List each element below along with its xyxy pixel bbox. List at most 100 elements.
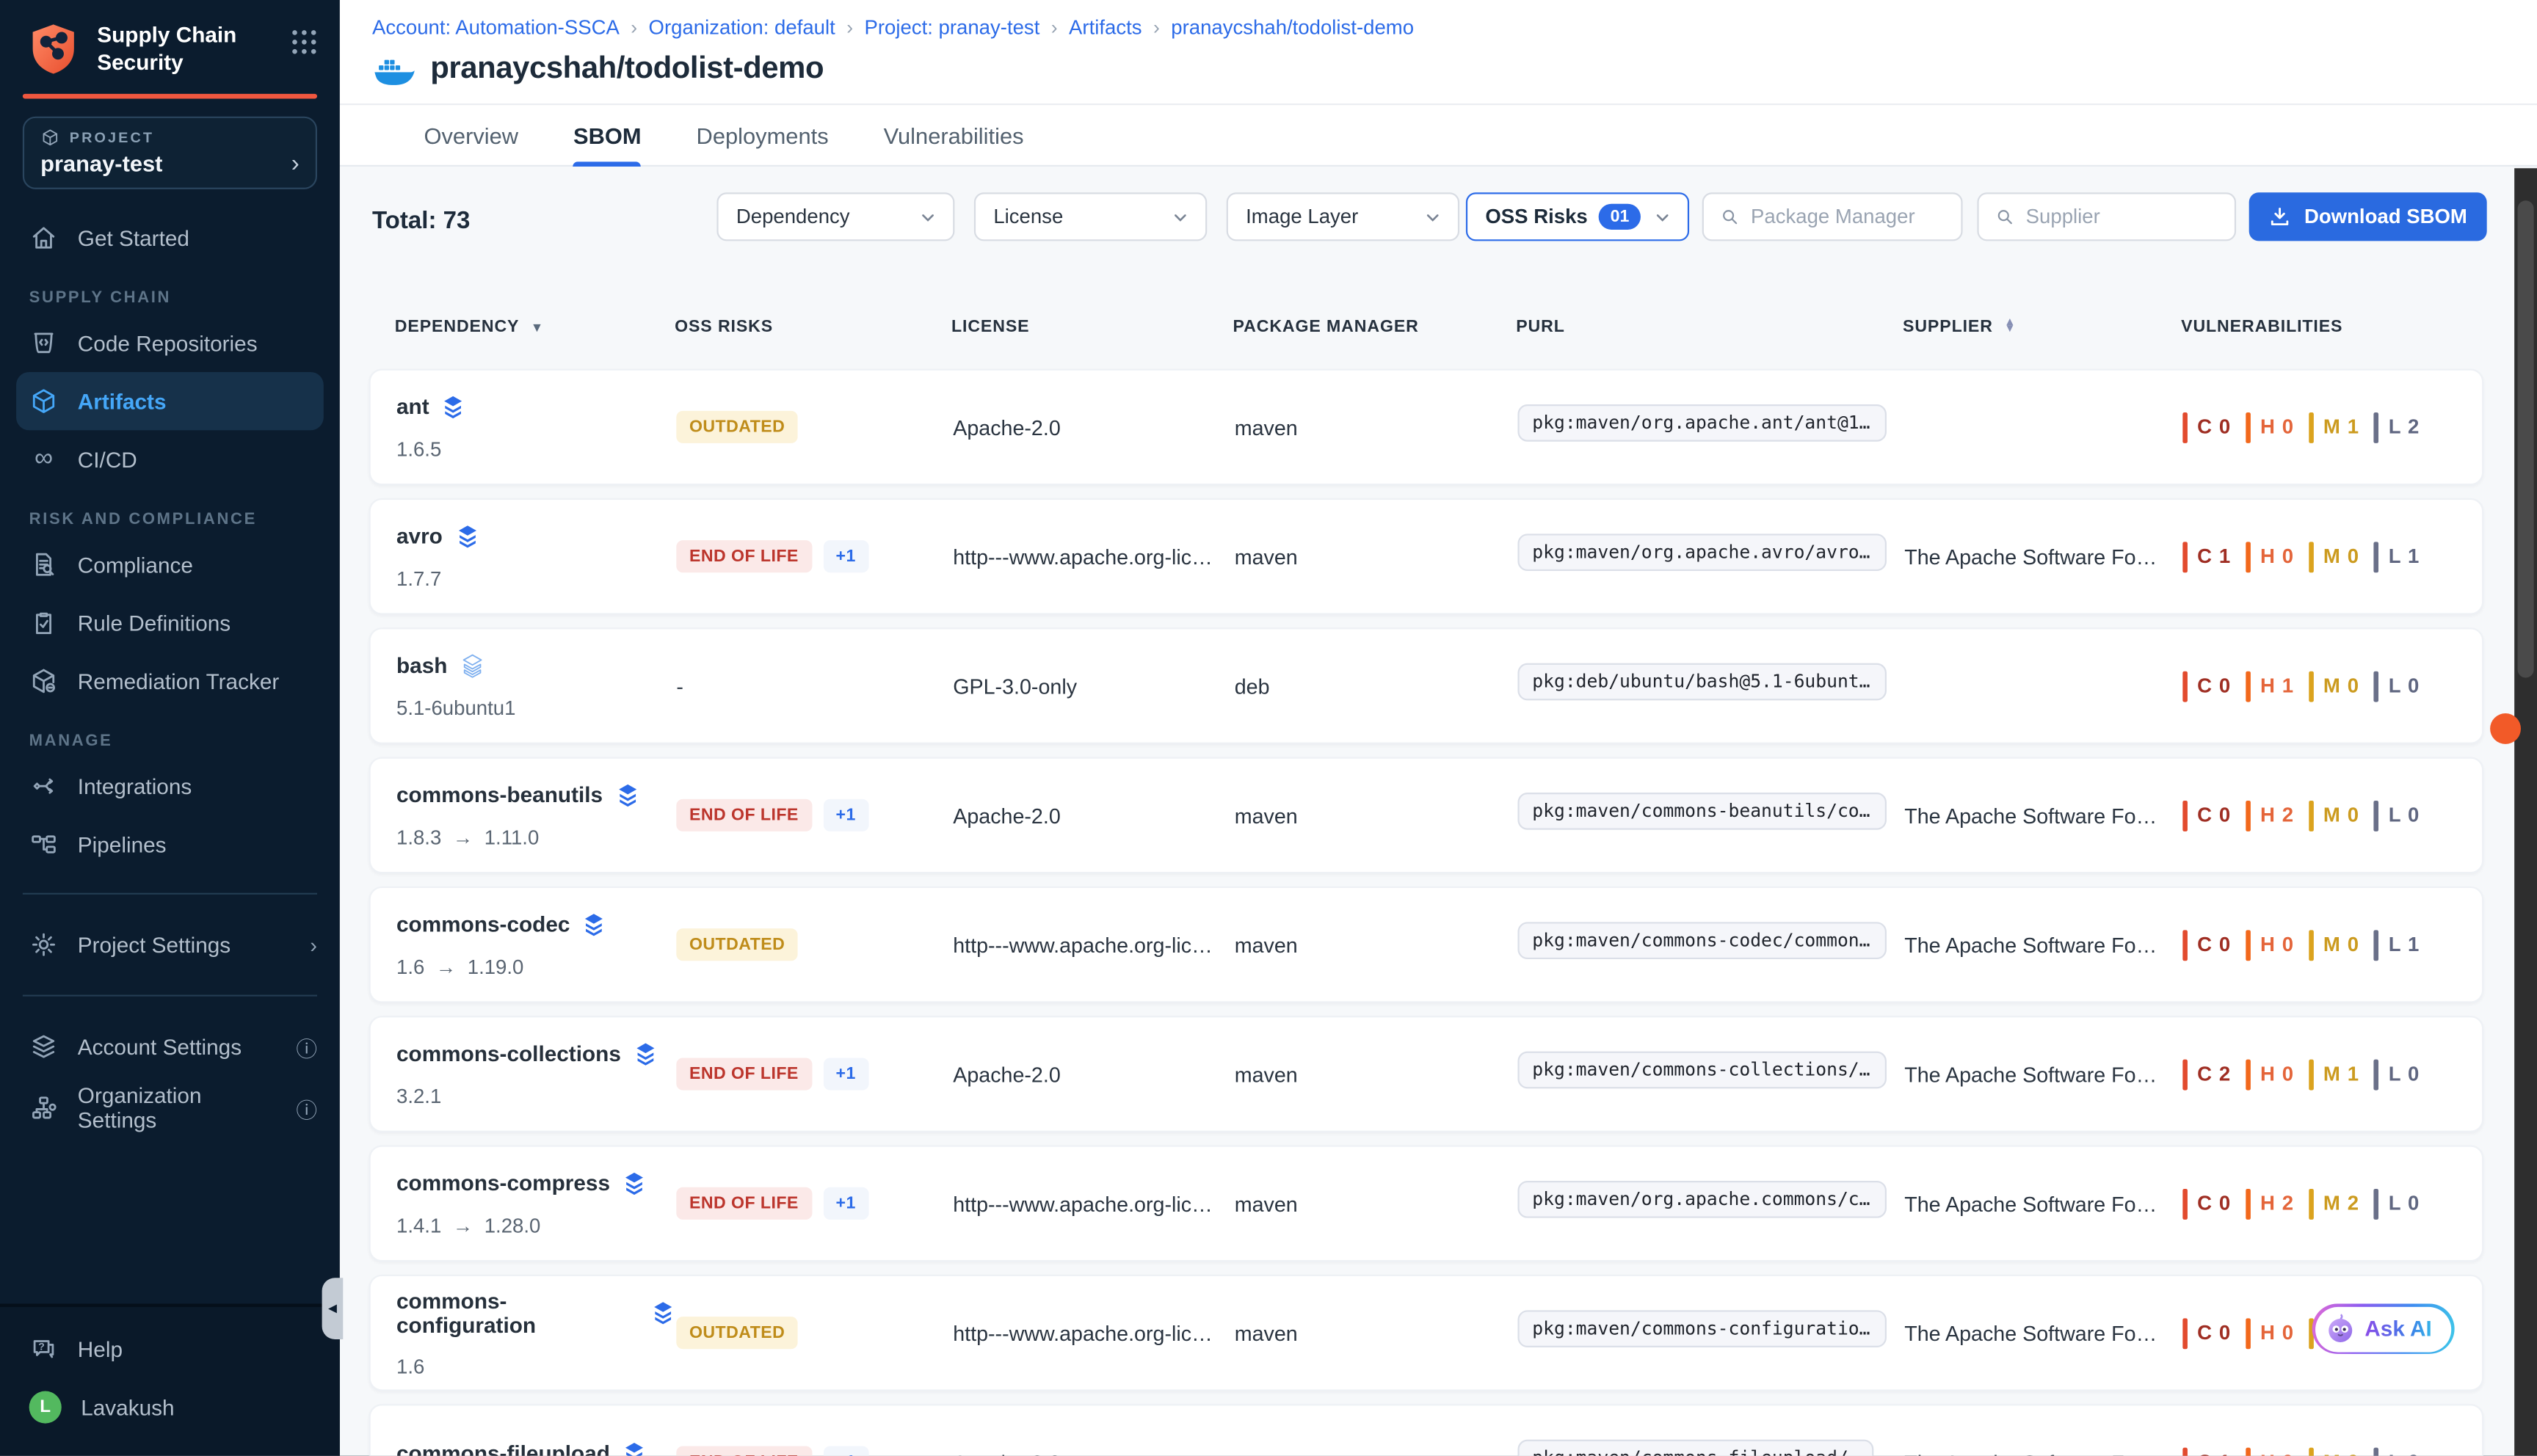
- more-risks-badge[interactable]: +1: [823, 540, 869, 572]
- severity-h-count: H 1: [2246, 671, 2294, 702]
- severity-label: H 0: [2260, 415, 2294, 438]
- more-risks-badge[interactable]: +1: [823, 1446, 869, 1455]
- severity-l-count: L 0: [2374, 1059, 2420, 1090]
- sidebar-item-code-repositories[interactable]: Code Repositories: [0, 314, 340, 372]
- module-grid-icon[interactable]: [288, 26, 320, 58]
- dependency-version: 1.6.5: [396, 437, 676, 460]
- oss-risks-cell: OUTDATED: [676, 411, 953, 443]
- vulnerabilities-cell: C 2H 0M 1L 0: [2182, 1059, 2485, 1090]
- purl-chip[interactable]: pkg:maven/org.apache.ant/ant@1.6…: [1517, 404, 1887, 442]
- table-row[interactable]: ant1.6.5OUTDATEDApache-2.0mavenpkg:maven…: [369, 369, 2484, 486]
- purl-chip[interactable]: pkg:maven/org.apache.avro/avro@1…: [1517, 534, 1887, 571]
- sidebar-item-label: Pipelines: [78, 832, 167, 856]
- dependency-version: 3.2.1: [396, 1085, 676, 1107]
- upgrade-arrow-icon: →: [453, 1214, 473, 1237]
- avatar: L: [29, 1391, 62, 1424]
- more-risks-badge[interactable]: +1: [823, 1058, 869, 1090]
- vertical-scrollbar[interactable]: [2514, 168, 2537, 1455]
- table-row[interactable]: commons-beanutils1.8.3→1.11.0END OF LIFE…: [369, 757, 2484, 874]
- sidebar-item-project-settings[interactable]: Project Settings›: [0, 914, 340, 975]
- severity-c-count: C 1: [2182, 541, 2231, 572]
- purl-chip[interactable]: pkg:deb/ubuntu/bash@5.1-6ubuntu1: [1517, 663, 1887, 701]
- dependency-version: 1.6: [396, 1355, 676, 1377]
- version-current: 1.6: [396, 1355, 424, 1377]
- severity-bar: [2374, 1447, 2379, 1456]
- project-cube-icon: [40, 128, 59, 147]
- info-icon: ⓘ: [296, 1093, 317, 1124]
- purl-chip[interactable]: pkg:maven/commons-fileupload/…: [1517, 1440, 1873, 1456]
- license-cell: http---www.apache.org-lice…: [953, 1321, 1235, 1345]
- sidebar-collapse-handle[interactable]: ◀: [322, 1278, 344, 1339]
- table-row[interactable]: commons-configuration1.6OUTDATEDhttp---w…: [369, 1275, 2484, 1391]
- table-row[interactable]: avro1.7.7END OF LIFE+1http---www.apache.…: [369, 498, 2484, 615]
- scrollbar-thumb[interactable]: [2518, 200, 2534, 677]
- sidebar-item-integrations[interactable]: Integrations: [0, 757, 340, 815]
- doc-icon: [29, 550, 59, 579]
- severity-label: L 1: [2389, 545, 2420, 568]
- sidebar-item-artifacts[interactable]: Artifacts: [16, 372, 324, 430]
- integrations-icon: [29, 771, 59, 801]
- dependency-name-row: commons-configuration: [396, 1289, 676, 1337]
- sidebar-item-get-started[interactable]: Get Started: [0, 208, 340, 266]
- sidebar-item-organization-settings[interactable]: Organization Settingsⓘ: [0, 1077, 340, 1139]
- more-risks-badge[interactable]: +1: [823, 799, 869, 831]
- severity-label: M 2: [2323, 1192, 2359, 1215]
- sidebar-item-ci-cd[interactable]: ∞CI/CD: [0, 430, 340, 488]
- severity-m-count: M 1: [2309, 1059, 2359, 1090]
- severity-label: C 0: [2197, 1192, 2231, 1215]
- severity-label: C 1: [2197, 1451, 2231, 1456]
- purl-chip[interactable]: pkg:maven/commons-configuration/…: [1517, 1310, 1887, 1347]
- table-row[interactable]: commons-collections3.2.1END OF LIFE+1Apa…: [369, 1016, 2484, 1132]
- help-button[interactable]: ? Help: [0, 1320, 340, 1378]
- severity-h-count: H 0: [2246, 929, 2294, 960]
- severity-label: C 0: [2197, 804, 2231, 826]
- dependency-name: ant: [396, 395, 429, 419]
- severity-m-count: M 0: [2309, 1447, 2359, 1456]
- package-manager-cell: maven: [1235, 1321, 1518, 1345]
- table-row[interactable]: commons-codec1.6→1.19.0OUTDATEDhttp---ww…: [369, 887, 2484, 1003]
- severity-label: C 0: [2197, 933, 2231, 956]
- oss-risks-cell: OUTDATED: [676, 928, 953, 961]
- table-row[interactable]: commons-compress1.4.1→1.28.0END OF LIFE+…: [369, 1146, 2484, 1262]
- severity-bar: [2309, 671, 2314, 702]
- vulnerabilities-cell: C 0H 2M 0L 0: [2182, 800, 2485, 831]
- severity-label: L 0: [2389, 1451, 2420, 1456]
- sidebar-item-label: Artifacts: [78, 389, 167, 413]
- more-risks-badge[interactable]: +1: [823, 1187, 869, 1220]
- sidebar-item-compliance[interactable]: Compliance: [0, 536, 340, 594]
- severity-label: L 0: [2389, 804, 2420, 826]
- purl-chip[interactable]: pkg:maven/commons-beanutils/comm…: [1517, 793, 1887, 830]
- dependency-name-row: commons-compress: [396, 1171, 676, 1196]
- dependency-name: commons-beanutils: [396, 783, 603, 807]
- table-row[interactable]: bash5.1-6ubuntu1-GPL-3.0-onlydebpkg:deb/…: [369, 627, 2484, 744]
- severity-label: C 0: [2197, 674, 2231, 697]
- oss-risks-cell: END OF LIFE+1: [676, 1446, 953, 1455]
- layers-filled-icon: [454, 523, 479, 549]
- purl-chip[interactable]: pkg:maven/commons-collections/co…: [1517, 1052, 1887, 1089]
- dependency-version: 5.1-6ubuntu1: [396, 696, 676, 719]
- severity-h-count: H 0: [2246, 412, 2294, 443]
- purl-cell: pkg:maven/commons-beanutils/comm…: [1517, 793, 1904, 838]
- sidebar-section-label: MANAGE: [0, 710, 340, 757]
- severity-h-count: H 0: [2246, 1317, 2294, 1348]
- sidebar-item-remediation-tracker[interactable]: Remediation Tracker: [0, 652, 340, 710]
- sidebar-item-rule-definitions[interactable]: Rule Definitions: [0, 594, 340, 652]
- sidebar-section-label: RISK AND COMPLIANCE: [0, 489, 340, 536]
- purl-chip[interactable]: pkg:maven/commons-codec/commons-…: [1517, 922, 1887, 959]
- project-selector[interactable]: PROJECT pranay-test ›: [23, 117, 317, 189]
- severity-c-count: C 0: [2182, 929, 2231, 960]
- severity-bar: [2246, 1447, 2251, 1456]
- supplier-cell: The Apache Software Foun…: [1904, 1191, 2182, 1215]
- user-menu[interactable]: L Lavakush: [0, 1378, 340, 1436]
- ask-ai-button[interactable]: Ask AI: [2312, 1304, 2454, 1354]
- sidebar-item-pipelines[interactable]: Pipelines: [0, 815, 340, 873]
- supply-chain-security-shield-icon: [26, 19, 81, 77]
- severity-bar: [2309, 800, 2314, 831]
- purl-chip[interactable]: pkg:maven/org.apache.commons/com…: [1517, 1181, 1887, 1218]
- risk-badge: OUTDATED: [676, 928, 798, 961]
- package-manager-cell: deb: [1235, 674, 1518, 698]
- sidebar-item-account-settings[interactable]: Account Settingsⓘ: [0, 1016, 340, 1077]
- table-row[interactable]: commons-fileuploadEND OF LIFE+1Apache-2.…: [369, 1404, 2484, 1456]
- dependency-name-row: commons-beanutils: [396, 782, 676, 808]
- severity-label: L 2: [2389, 415, 2420, 438]
